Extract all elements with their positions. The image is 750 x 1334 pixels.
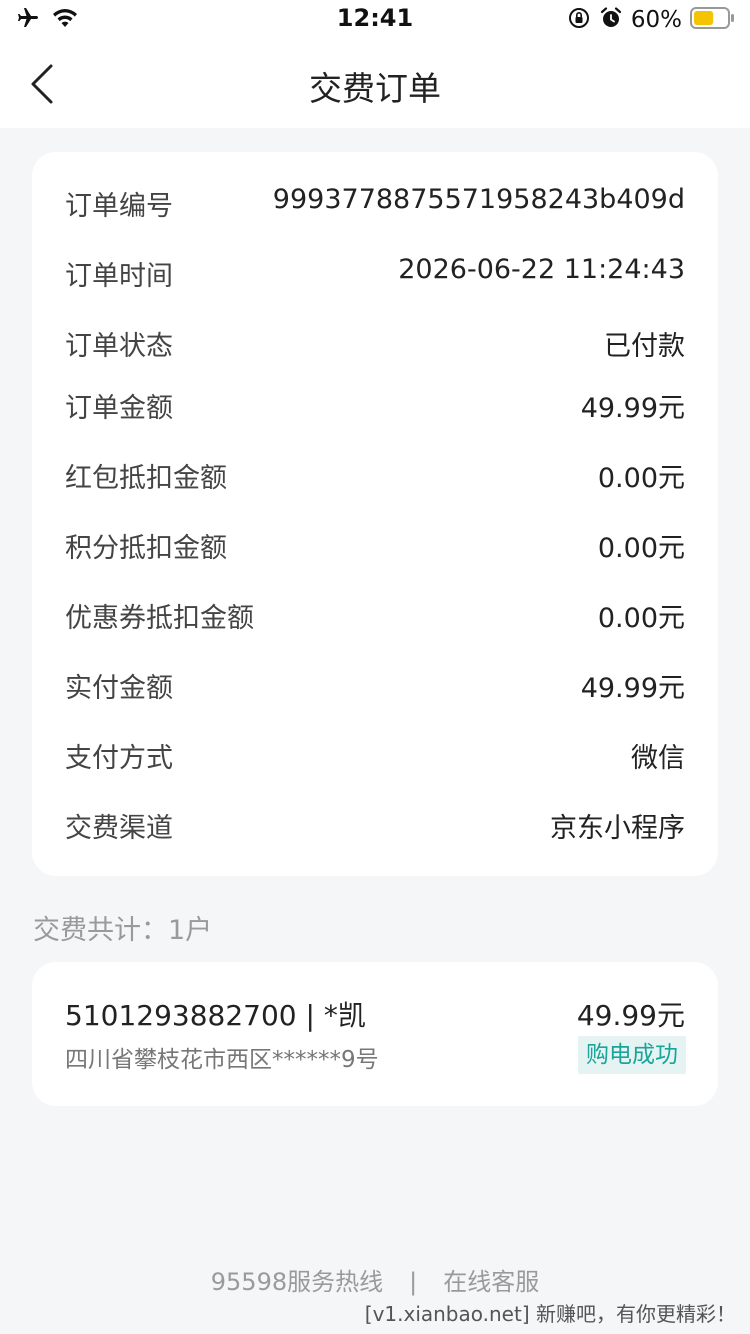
footer-separator: | [409,1268,418,1296]
order-details-card: 订单编号 9993778875571958243b409d 订单时间 2026-… [32,152,718,876]
battery-percent: 60% [630,7,682,33]
watermark: [v1.xianbao.net] 新赚吧，有你更精彩！ [364,1302,736,1326]
payment-summary: 交费共计：1户 [33,915,213,946]
detail-value: 2026-06-22 11:24:43 [398,254,685,285]
detail-label: 实付金额 [65,673,173,704]
detail-label: 订单编号 [65,191,173,222]
detail-row-order-amount: 订单金额 49.99元 [65,386,685,426]
account-address: 四川省攀枝花市西区******9号 [65,1047,379,1073]
detail-row-payment-channel: 交费渠道 京东小程序 [65,806,685,846]
detail-row-order-number: 订单编号 9993778875571958243b409d [65,184,685,224]
detail-row-red-packet-deduction: 红包抵扣金额 0.00元 [65,456,685,496]
status-right: 60% [567,5,736,35]
detail-value: 0.00元 [597,463,685,494]
detail-label: 订单状态 [65,331,173,362]
detail-label: 交费渠道 [65,813,173,844]
detail-value: 9993778875571958243b409d [272,184,685,215]
hotline-link[interactable]: 95598服务热线 [211,1268,383,1296]
detail-value: 49.99元 [580,393,685,424]
online-service-link[interactable]: 在线客服 [443,1268,539,1296]
battery-icon [690,6,736,34]
detail-value: 0.00元 [597,603,685,634]
detail-row-order-status: 订单状态 已付款 [65,324,685,364]
account-amount: 49.99元 [576,999,685,1032]
detail-label: 支付方式 [65,743,173,774]
detail-label: 订单金额 [65,393,173,424]
detail-value: 0.00元 [597,533,685,564]
nav-header: 交费订单 [0,40,750,128]
status-bar: 12:41 60% [0,0,750,40]
detail-row-payment-method: 支付方式 微信 [65,736,685,776]
detail-label: 积分抵扣金额 [65,533,227,564]
detail-row-coupon-deduction: 优惠券抵扣金额 0.00元 [65,596,685,636]
account-card[interactable]: 5101293882700 | *凯 四川省攀枝花市西区******9号 49.… [32,962,718,1106]
detail-label: 订单时间 [65,261,173,292]
detail-value: 微信 [631,743,685,774]
footer: 95598服务热线 | 在线客服 [0,1262,750,1297]
detail-value: 已付款 [604,331,685,362]
detail-value: 京东小程序 [550,813,685,844]
detail-label: 优惠券抵扣金额 [65,603,254,634]
detail-row-paid-amount: 实付金额 49.99元 [65,666,685,706]
detail-row-order-time: 订单时间 2026-06-22 11:24:43 [65,254,685,294]
account-id-name: 5101293882700 | *凯 [65,999,366,1032]
detail-row-points-deduction: 积分抵扣金额 0.00元 [65,526,685,566]
alarm-icon [599,6,623,34]
orientation-lock-icon [567,6,591,34]
detail-label: 红包抵扣金额 [65,463,227,494]
detail-value: 49.99元 [580,673,685,704]
page-title: 交费订单 [309,69,441,108]
top-area: 12:41 60% 交费订单 [0,0,750,128]
status-badge: 购电成功 [578,1036,686,1074]
